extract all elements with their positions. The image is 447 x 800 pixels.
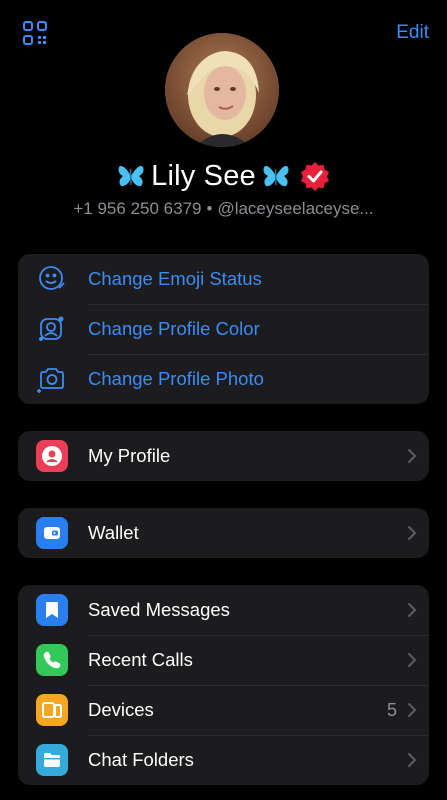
chat-folders-row[interactable]: Chat Folders: [18, 735, 429, 785]
emoji-status-icon: [36, 263, 68, 295]
qr-code-icon[interactable]: [22, 20, 48, 46]
saved-messages-row[interactable]: Saved Messages: [18, 585, 429, 635]
wallet-row[interactable]: Wallet: [18, 508, 429, 558]
avatar[interactable]: [165, 33, 279, 147]
phone-number: +1 956 250 6379: [73, 199, 202, 218]
row-label: Wallet: [88, 522, 139, 543]
butterfly-icon: [118, 166, 144, 187]
devices-icon: [36, 694, 68, 726]
chevron-right-icon: [408, 449, 417, 463]
profile-subline: +1 956 250 6379 • @laceyseelaceyse...: [0, 199, 447, 219]
recent-calls-row[interactable]: Recent Calls: [18, 635, 429, 685]
wallet-group: Wallet: [18, 508, 429, 558]
profile-color-icon: [36, 313, 68, 345]
phone-icon: [36, 644, 68, 676]
chevron-right-icon: [408, 526, 417, 540]
verified-badge-icon[interactable]: [300, 161, 330, 191]
change-profile-photo-row[interactable]: Change Profile Photo: [18, 354, 429, 404]
main-group: Saved Messages Recent Calls Devices 5 Ch…: [18, 585, 429, 785]
my-profile-row[interactable]: My Profile: [18, 431, 429, 481]
row-label: Devices: [88, 699, 154, 720]
row-label: Change Profile Color: [88, 318, 260, 339]
folder-icon: [36, 744, 68, 776]
devices-count: 5: [386, 699, 397, 720]
row-label: Saved Messages: [88, 599, 230, 620]
status-group: Change Emoji Status Change Profile Color…: [18, 254, 429, 404]
profile-name: Lily See: [151, 159, 256, 192]
butterfly-icon: [263, 166, 289, 187]
separator: •: [206, 199, 213, 218]
bookmark-icon: [36, 594, 68, 626]
chevron-right-icon: [408, 653, 417, 667]
row-label: Change Profile Photo: [88, 368, 264, 389]
row-label: Recent Calls: [88, 649, 193, 670]
profile-name-row: Lily See: [0, 156, 447, 196]
camera-icon: [36, 363, 68, 395]
change-profile-color-row[interactable]: Change Profile Color: [18, 304, 429, 354]
chevron-right-icon: [408, 703, 417, 717]
chevron-right-icon: [408, 603, 417, 617]
devices-row[interactable]: Devices 5: [18, 685, 429, 735]
username[interactable]: @laceyseelaceyse...: [217, 199, 373, 218]
chevron-right-icon: [408, 753, 417, 767]
row-label: Change Emoji Status: [88, 268, 262, 289]
person-icon: [36, 440, 68, 472]
edit-button[interactable]: Edit: [396, 22, 429, 44]
row-label: My Profile: [88, 445, 171, 466]
row-label: Chat Folders: [88, 749, 194, 770]
change-emoji-status-row[interactable]: Change Emoji Status: [18, 254, 429, 304]
wallet-icon: [36, 517, 68, 549]
profile-group: My Profile: [18, 431, 429, 481]
